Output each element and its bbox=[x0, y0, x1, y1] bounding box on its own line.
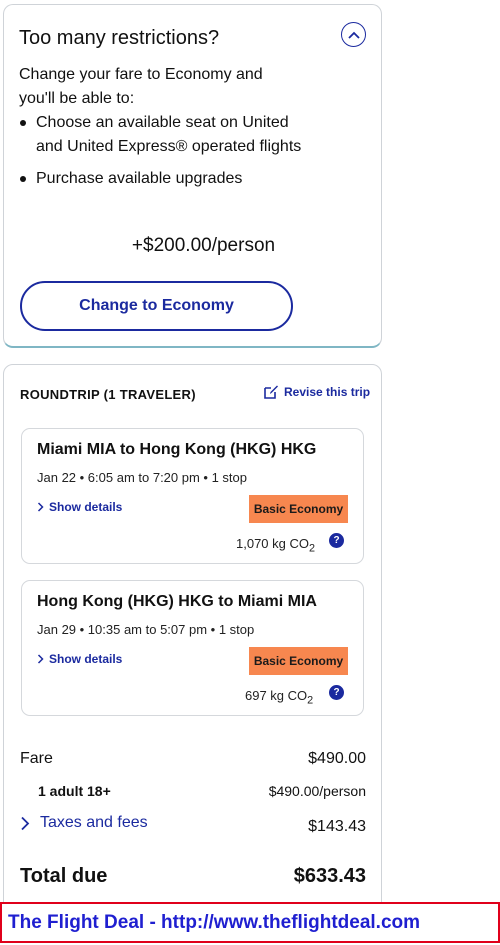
taxes-toggle[interactable]: Taxes and fees bbox=[20, 814, 148, 832]
watermark-banner: The Flight Deal - http://www.theflightde… bbox=[0, 902, 500, 943]
show-details-link[interactable]: Show details bbox=[37, 652, 122, 666]
benefit-item-upgrades: Purchase available upgrades bbox=[19, 167, 309, 191]
co2-value: 697 kg CO bbox=[245, 688, 308, 703]
fare-restrictions-card: Too many restrictions? Change your fare … bbox=[3, 4, 382, 348]
restrictions-title: Too many restrictions? bbox=[19, 27, 220, 49]
segment-times: Jan 22 • 6:05 am to 7:20 pm • 1 stop bbox=[37, 470, 248, 485]
benefit-item-seat: Choose an available seat on United and U… bbox=[19, 111, 309, 159]
help-icon[interactable]: ? bbox=[329, 685, 344, 700]
trip-type-label: ROUNDTRIP (1 TRAVELER) bbox=[20, 387, 196, 402]
co2-subscript: 2 bbox=[309, 542, 316, 555]
trip-summary-card: ROUNDTRIP (1 TRAVELER) Revise this trip … bbox=[3, 364, 382, 924]
fare-value: $490.00 bbox=[308, 750, 366, 767]
change-to-economy-button[interactable]: Change to Economy bbox=[20, 281, 293, 331]
taxes-row: Taxes and fees $143.43 bbox=[20, 814, 366, 836]
chevron-up-icon bbox=[347, 31, 360, 39]
taxes-label: Taxes and fees bbox=[40, 814, 148, 831]
chevron-right-icon bbox=[37, 654, 44, 664]
co2-emissions: 1,070 kg CO2 bbox=[236, 536, 315, 555]
help-icon[interactable]: ? bbox=[329, 533, 344, 548]
show-details-label: Show details bbox=[49, 500, 123, 514]
chevron-right-icon bbox=[21, 816, 30, 830]
co2-value: 1,070 kg CO bbox=[236, 536, 309, 551]
segment-times: Jan 29 • 10:35 am to 5:07 pm • 1 stop bbox=[37, 622, 255, 637]
adult-value: $490.00/person bbox=[268, 783, 366, 799]
show-details-link[interactable]: Show details bbox=[37, 500, 122, 514]
fare-label: Fare bbox=[20, 750, 53, 767]
fare-class-badge: Basic Economy bbox=[249, 495, 348, 523]
co2-emissions: 697 kg CO2 bbox=[245, 688, 313, 707]
taxes-value: $143.43 bbox=[308, 817, 366, 835]
total-value: $633.43 bbox=[293, 865, 366, 887]
fare-row: Fare $490.00 bbox=[20, 750, 366, 768]
flight-segment-return: Hong Kong (HKG) HKG to Miami MIA Jan 29 … bbox=[21, 580, 364, 716]
show-details-label: Show details bbox=[49, 652, 123, 666]
benefits-list: Choose an available seat on United and U… bbox=[19, 111, 309, 199]
segment-route: Hong Kong (HKG) HKG to Miami MIA bbox=[37, 593, 317, 610]
edit-icon bbox=[264, 385, 278, 399]
collapse-button[interactable] bbox=[341, 22, 366, 47]
flight-segment-outbound: Miami MIA to Hong Kong (HKG) HKG Jan 22 … bbox=[21, 428, 364, 564]
upgrade-price-delta: +$200.00/person bbox=[131, 235, 276, 256]
adult-fare-row: 1 adult 18+ $490.00/person bbox=[20, 783, 366, 799]
co2-subscript: 2 bbox=[307, 694, 314, 707]
adult-label: 1 adult 18+ bbox=[38, 783, 111, 799]
total-row: Total due $633.43 bbox=[20, 865, 366, 888]
total-label: Total due bbox=[20, 865, 108, 887]
restrictions-intro: Change your fare to Economy and you'll b… bbox=[19, 66, 263, 107]
chevron-right-icon bbox=[37, 502, 44, 512]
revise-trip-label: Revise this trip bbox=[284, 385, 371, 399]
fare-class-badge: Basic Economy bbox=[249, 647, 348, 675]
segment-route: Miami MIA to Hong Kong (HKG) HKG bbox=[37, 441, 317, 458]
revise-trip-link[interactable]: Revise this trip bbox=[263, 384, 370, 400]
